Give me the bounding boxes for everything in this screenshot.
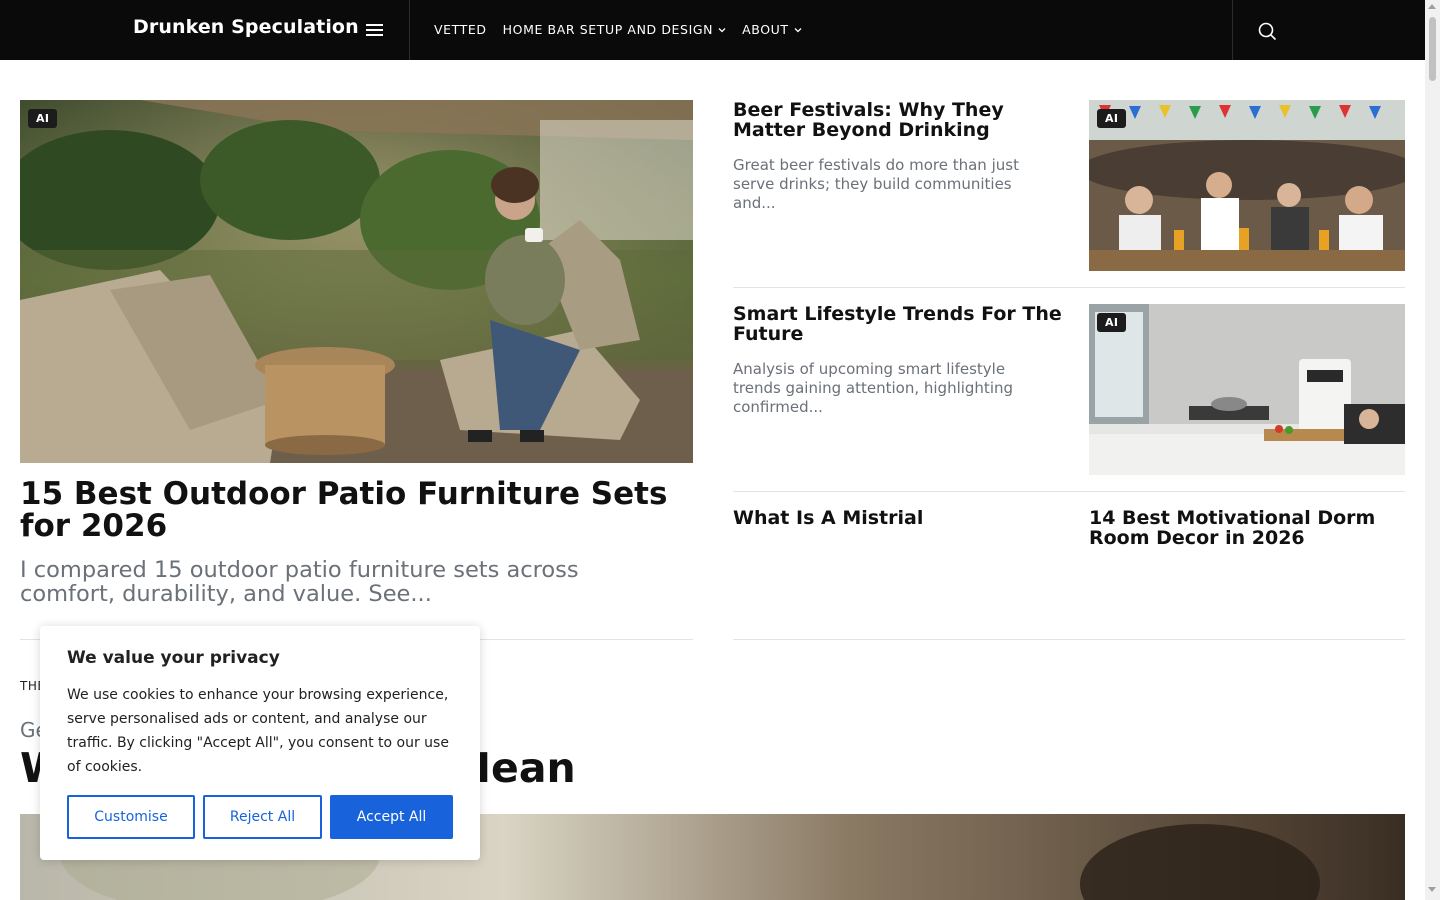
post-thumbnail[interactable] [1089,100,1405,271]
post-thumbnail[interactable] [1089,304,1405,475]
nav-item-vetted[interactable]: VETTED [434,22,487,37]
site-brand[interactable]: Drunken Speculation [133,16,359,38]
nav-item-about[interactable]: ABOUT [742,22,802,37]
divider [733,287,1405,288]
cookie-consent-banner: We value your privacy We use cookies to … [40,626,480,860]
search-icon[interactable] [1256,20,1278,42]
header-divider [1232,0,1233,60]
post-title[interactable]: Smart Lifestyle Trends For The Future [733,304,1063,344]
post-title[interactable]: Beer Festivals: Why They Matter Beyond D… [733,100,1063,140]
reject-all-button[interactable]: Reject All [203,795,322,839]
divider [733,491,1405,492]
nav-item-label: HOME BAR SETUP AND DESIGN [502,22,714,37]
scroll-down-arrow-icon[interactable] [1428,887,1436,892]
chevron-down-icon [718,27,726,32]
hero-title[interactable]: 15 Best Outdoor Patio Furniture Sets for… [20,478,700,542]
nav-item-label: ABOUT [742,22,789,37]
cookie-text: We use cookies to enhance your browsing … [67,687,449,775]
post-title[interactable]: 14 Best Motivational Dorm Room Decor in … [1089,508,1405,548]
post-excerpt: Great beer festivals do more than just s… [733,156,1019,212]
main-nav: VETTED HOME BAR SETUP AND DESIGN ABOUT [434,22,802,37]
nav-item-home-bar[interactable]: HOME BAR SETUP AND DESIGN [503,22,727,37]
customise-button[interactable]: Customise [67,795,195,839]
chevron-down-icon [794,27,802,32]
nav-item-label: VETTED [434,22,487,37]
ai-badge: AI [28,109,58,128]
scroll-up-arrow-icon[interactable] [1428,4,1436,9]
scrollbar-thumb[interactable] [1429,17,1436,81]
smart-kitchen-photo [1089,304,1405,475]
header-divider [409,0,410,60]
ai-badge: AI [1097,109,1127,128]
accept-all-button[interactable]: Accept All [330,795,453,839]
page-scrollbar[interactable] [1425,0,1440,900]
post-title[interactable]: What Is A Mistrial [733,508,1063,528]
cookie-title: We value your privacy [67,648,280,668]
divider [733,639,1405,640]
hamburger-icon[interactable] [366,23,384,37]
hero-excerpt: I compared 15 outdoor patio furniture se… [20,557,579,607]
patio-photo [20,100,693,463]
hero-image[interactable] [20,100,693,463]
beer-festival-photo [1089,100,1405,271]
ai-badge: AI [1097,313,1127,332]
site-header: Drunken Speculation VETTED HOME BAR SETU… [0,0,1425,60]
post-excerpt: Analysis of upcoming smart lifestyle tre… [733,360,1014,416]
